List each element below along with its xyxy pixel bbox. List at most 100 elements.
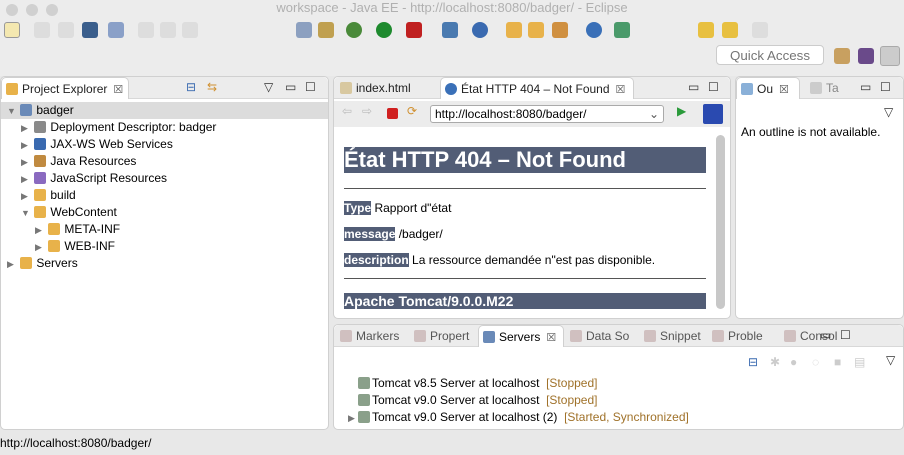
open-perspective-icon[interactable] [834,48,850,64]
collapsed-twisty-icon[interactable]: ▶ [21,137,31,154]
expanded-twisty-icon[interactable]: ▼ [7,103,17,120]
tree-item[interactable]: ▶ Deployment Descriptor: badger [1,119,216,136]
forward-icon[interactable] [752,22,768,38]
new-web-project-icon[interactable] [442,22,458,38]
run-icon[interactable] [376,22,392,38]
last-edit-icon[interactable] [698,22,714,38]
close-icon[interactable]: ☒ [779,84,789,96]
tree-item[interactable]: ▶ JavaScript Resources [1,170,167,187]
maximize-icon[interactable]: ☐ [880,80,891,94]
chevron-down-icon[interactable]: ⌄ [649,106,659,122]
new-servlet-icon[interactable] [472,22,488,38]
open-type-icon[interactable] [296,22,312,38]
view-menu-icon[interactable]: ▽ [264,80,273,94]
tab-browser[interactable]: État HTTP 404 – Not Found ☒ [440,77,634,99]
close-window-button[interactable] [6,4,18,16]
maximize-icon[interactable]: ☐ [708,80,719,94]
close-icon[interactable]: ☒ [113,84,123,96]
tab-outline[interactable]: Ou ☒ [736,77,800,99]
url-input[interactable]: http://localhost:8080/badger/ ⌄ [430,105,664,123]
tab-label: Snippet [660,329,701,343]
tab-task-list[interactable]: Ta [806,77,839,99]
open-file-icon[interactable] [528,22,544,38]
scrollbar[interactable] [716,135,725,309]
minimize-icon[interactable]: ▭ [285,80,296,94]
javaee-perspective-icon[interactable] [880,46,900,66]
task-icon[interactable] [318,22,334,38]
collapsed-twisty-icon[interactable]: ▶ [35,239,45,256]
eclipse-icon[interactable] [703,104,723,124]
minimize-window-button[interactable] [26,4,38,16]
refresh-icon[interactable]: ⟳ [407,104,417,118]
close-icon[interactable]: ☒ [616,84,626,96]
collapsed-twisty-icon[interactable]: ▶ [35,222,45,239]
tab-index-html[interactable]: index.html [336,77,440,99]
resume-icon[interactable] [138,22,154,38]
tree-item[interactable]: ▶ WEB-INF [1,238,115,255]
tab-proble[interactable]: Proble [708,325,778,347]
tree-item[interactable]: ▶ Java Resources [1,153,136,170]
browser-icon[interactable] [586,22,602,38]
skip-breakpoints-icon[interactable] [108,22,124,38]
expanded-twisty-icon[interactable]: ▼ [21,205,31,222]
tab-data-so[interactable]: Data So [566,325,638,347]
wand-icon[interactable] [552,22,568,38]
search-icon[interactable] [614,22,630,38]
new-icon[interactable] [4,22,20,38]
tab-servers[interactable]: Servers ☒ [478,325,564,347]
open-folder-icon[interactable] [506,22,522,38]
server-row[interactable]: ▶ Tomcat v9.0 Server at localhost (2) [St… [334,409,689,426]
view-menu-icon[interactable]: ▽ [886,353,895,367]
start-server-icon[interactable]: ● [790,355,797,369]
minimize-icon[interactable]: ▭ [820,328,831,342]
stop-icon[interactable] [387,108,398,119]
suspend-icon[interactable] [160,22,176,38]
tab-markers[interactable]: Markers [336,325,406,347]
publish-icon[interactable]: ▤ [854,355,865,369]
zoom-window-button[interactable] [46,4,58,16]
go-icon[interactable]: ▶ [677,104,686,118]
back-icon[interactable]: ⇦ [342,104,352,118]
save-icon[interactable] [34,22,50,38]
profile-server-icon[interactable]: ◌ [812,355,819,369]
minimize-icon[interactable]: ▭ [860,80,871,94]
tree-item[interactable]: ▼ badger [1,102,328,119]
tree-item[interactable]: ▶ JAX-WS Web Services [1,136,173,153]
quick-access-input[interactable] [716,45,824,65]
debug-server-icon[interactable]: ✱ [770,355,780,369]
forward-icon[interactable]: ⇨ [362,104,372,118]
server-row[interactable]: Tomcat v9.0 Server at localhost [Stopped… [334,392,597,409]
tab-project-explorer[interactable]: Project Explorer ☒ [1,77,129,99]
save-all-icon[interactable] [58,22,74,38]
server-row[interactable]: Tomcat v8.5 Server at localhost [Stopped… [334,375,597,392]
close-icon[interactable]: ☒ [546,332,556,344]
link-editor-icon[interactable]: ⇆ [207,80,217,94]
collapsed-twisty-icon[interactable]: ▶ [7,256,17,273]
back-icon[interactable] [722,22,738,38]
java-perspective-icon[interactable] [858,48,874,64]
tree-item[interactable]: ▼ WebContent [1,204,117,221]
stop-server-icon[interactable]: ■ [834,355,841,369]
tab-propert[interactable]: Propert [410,325,476,347]
collapsed-twisty-icon[interactable]: ▶ [21,188,31,205]
collapsed-twisty-icon[interactable]: ▶ [21,154,31,171]
type-value: Rapport d"état [374,201,452,215]
maximize-icon[interactable]: ☐ [840,328,851,342]
minimize-icon[interactable]: ▭ [688,80,699,94]
terminate-icon[interactable] [182,22,198,38]
tab-snippet[interactable]: Snippet [640,325,706,347]
debug-icon[interactable] [346,22,362,38]
collapsed-twisty-icon[interactable]: ▶ [21,120,31,137]
tree-item[interactable]: ▶ build [1,187,76,204]
collapse-all-icon[interactable]: ⊟ [186,80,196,94]
collapsed-twisty-icon[interactable]: ▶ [21,171,31,188]
tree-item[interactable]: ▶ Servers [1,255,78,272]
maximize-icon[interactable]: ☐ [305,80,316,94]
collapsed-twisty-icon[interactable]: ▶ [348,410,358,427]
message-line: message /badger/ [344,227,443,241]
terminal-icon[interactable] [82,22,98,38]
run-server-icon[interactable] [406,22,422,38]
tree-item[interactable]: ▶ META-INF [1,221,120,238]
view-menu-icon[interactable]: ▽ [884,105,893,119]
collapse-all-icon[interactable]: ⊟ [748,355,758,369]
